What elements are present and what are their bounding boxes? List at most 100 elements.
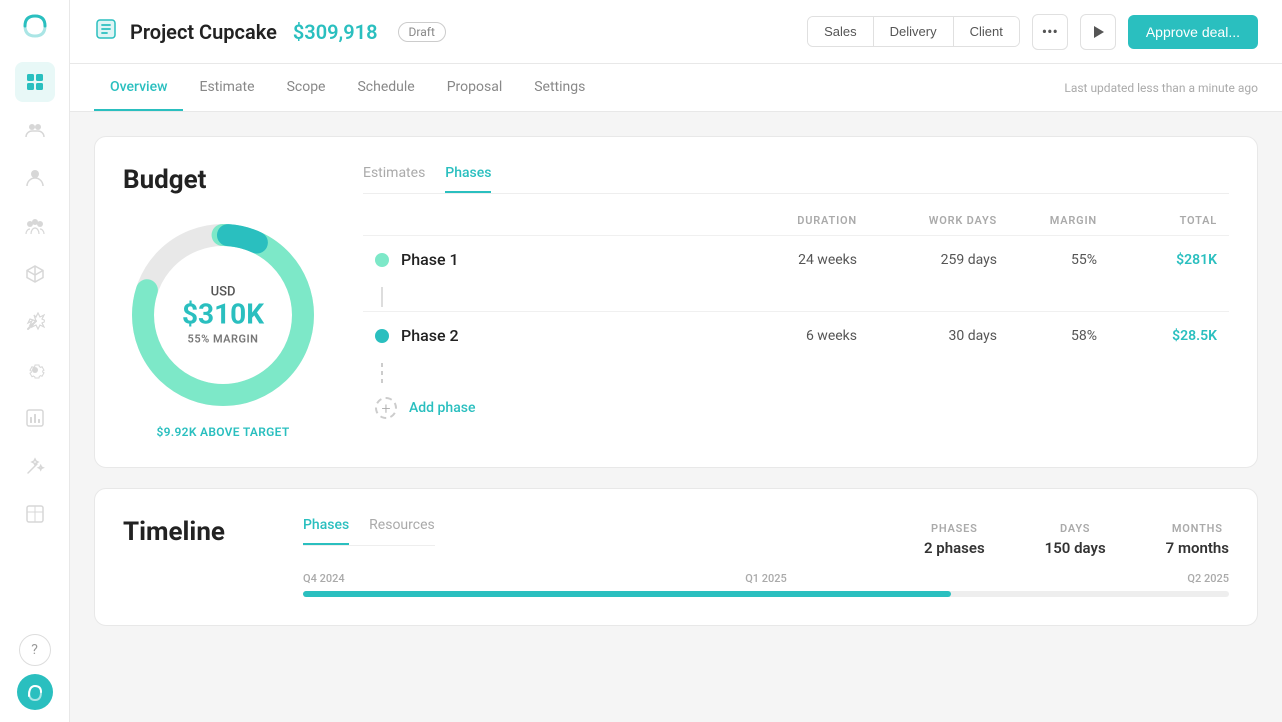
tab-group: Sales Delivery Client [807,16,1020,47]
phase-2-dot [375,329,389,343]
sidebar: ? [0,0,70,722]
sidebar-item-grid[interactable] [15,62,55,102]
phase-2-duration: 6 weeks [717,328,857,344]
above-target: $9.92K ABOVE TARGET [156,425,289,439]
quarter-2: Q1 2025 [745,572,787,585]
timeline-stat-days: DAYS 150 days [1045,522,1106,557]
tab-estimates[interactable]: Estimates [363,165,425,193]
nav-tabs: Overview Estimate Scope Schedule Proposa… [70,64,1282,112]
timeline-left: Timeline [123,517,263,547]
quarter-1: Q4 2024 [303,572,345,585]
phase-line-col [375,287,389,307]
timeline-title: Timeline [123,517,263,547]
timeline-bar [303,591,1229,597]
header-total: TOTAL [1097,214,1217,227]
more-button[interactable]: ••• [1032,14,1068,50]
approve-button[interactable]: Approve deal... [1128,15,1258,49]
sidebar-item-table[interactable] [15,494,55,534]
timeline-layout: Timeline Phases Resources PHASES 2 phase… [123,517,1229,597]
timeline-tab-phases[interactable]: Phases [303,517,349,545]
more-icon: ••• [1042,22,1058,41]
sidebar-item-help[interactable]: ? [19,634,51,666]
phases-tabs: Estimates Phases [363,165,1229,194]
sidebar-bottom: ? [17,634,53,710]
phase-1-workdays: 259 days [857,252,997,268]
budget-card: Budget [94,136,1258,468]
draft-badge: Draft [398,22,446,42]
main-area: Project Cupcake $309,918 Draft Sales Del… [70,0,1282,722]
timeline-stat-months: MONTHS 7 months [1166,522,1229,557]
timeline-tabs-section: Phases Resources PHASES 2 phases DAYS [303,517,1229,597]
header-duration: DURATION [717,214,857,227]
tab-client[interactable]: Client [954,17,1019,46]
sidebar-item-magic[interactable] [15,302,55,342]
phases-stat-value: 2 phases [924,539,985,557]
header-phase [375,214,717,227]
phases-stat-label: PHASES [924,522,985,535]
tab-sales[interactable]: Sales [808,17,874,46]
days-stat-value: 150 days [1045,539,1106,557]
timeline-quarters: Q4 2024 Q1 2025 Q2 2025 [303,572,1229,585]
phase-1-margin: 55% [997,252,1097,268]
sidebar-logo[interactable] [21,12,49,46]
phase-line [381,287,383,307]
phase-line-col-2 [375,363,389,383]
topbar: Project Cupcake $309,918 Draft Sales Del… [70,0,1282,64]
phase-row-1[interactable]: Phase 1 24 weeks 259 days 55% $281K [363,235,1229,283]
donut-container: USD $310K 55% MARGIN $9.92K ABOVE TARGET [123,215,323,439]
add-phase-row[interactable]: + Add phase [363,387,1229,429]
tab-proposal[interactable]: Proposal [431,65,519,111]
play-button[interactable] [1080,14,1116,50]
sidebar-item-people[interactable] [15,110,55,150]
last-updated: Last updated less than a minute ago [1064,81,1258,95]
tab-settings[interactable]: Settings [518,65,601,111]
header-margin: MARGIN [997,214,1097,227]
phase-2-name: Phase 2 [401,326,459,345]
project-icon [94,17,118,46]
phase-1-duration: 24 weeks [717,252,857,268]
content-area: Budget [70,112,1282,722]
phase-1-total: $281K [1097,252,1217,268]
project-name: Project Cupcake [130,20,277,44]
phase-2-margin: 58% [997,328,1097,344]
phase-1-dot [375,253,389,267]
sidebar-avatar[interactable] [17,674,53,710]
phase-dashed-line [381,363,383,383]
months-stat-label: MONTHS [1166,522,1229,535]
sidebar-item-wand[interactable] [15,446,55,486]
months-stat-value: 7 months [1166,539,1229,557]
phase-2-name-cell: Phase 2 [375,326,717,345]
sidebar-item-group[interactable] [15,206,55,246]
donut-center: USD $310K 55% MARGIN [182,285,264,346]
sidebar-item-person[interactable] [15,158,55,198]
timeline-bar-fill [303,591,951,597]
phase-1-name: Phase 1 [401,250,459,269]
donut-chart: USD $310K 55% MARGIN [123,215,323,415]
phase-connector-2 [363,359,1229,387]
timeline-card: Timeline Phases Resources PHASES 2 phase… [94,488,1258,626]
tab-phases[interactable]: Phases [445,165,491,193]
above-target-amount: $9.92K [156,425,196,439]
phase-2-workdays: 30 days [857,328,997,344]
tab-overview[interactable]: Overview [94,65,183,111]
tab-schedule[interactable]: Schedule [341,65,430,111]
phases-section: Estimates Phases DURATION WORK DAYS MARG… [363,165,1229,429]
quarter-3: Q2 2025 [1187,572,1229,585]
sidebar-item-box[interactable] [15,254,55,294]
tab-delivery[interactable]: Delivery [874,17,954,46]
project-amount: $309,918 [293,20,378,44]
timeline-stat-phases: PHASES 2 phases [924,522,985,557]
donut-amount: $310K [182,300,264,331]
tab-scope[interactable]: Scope [271,65,342,111]
timeline-tabs: Phases Resources [303,517,435,546]
budget-layout: Budget [123,165,1229,439]
above-target-label-text: ABOVE TARGET [200,425,289,439]
add-phase-label: Add phase [409,400,475,416]
timeline-header-row: Phases Resources PHASES 2 phases DAYS [303,517,1229,562]
phase-connector [363,283,1229,311]
sidebar-item-report[interactable] [15,398,55,438]
sidebar-item-gear[interactable] [15,350,55,390]
phase-row-2[interactable]: Phase 2 6 weeks 30 days 58% $28.5K [363,311,1229,359]
timeline-tab-resources[interactable]: Resources [369,517,435,545]
tab-estimate[interactable]: Estimate [183,65,270,111]
